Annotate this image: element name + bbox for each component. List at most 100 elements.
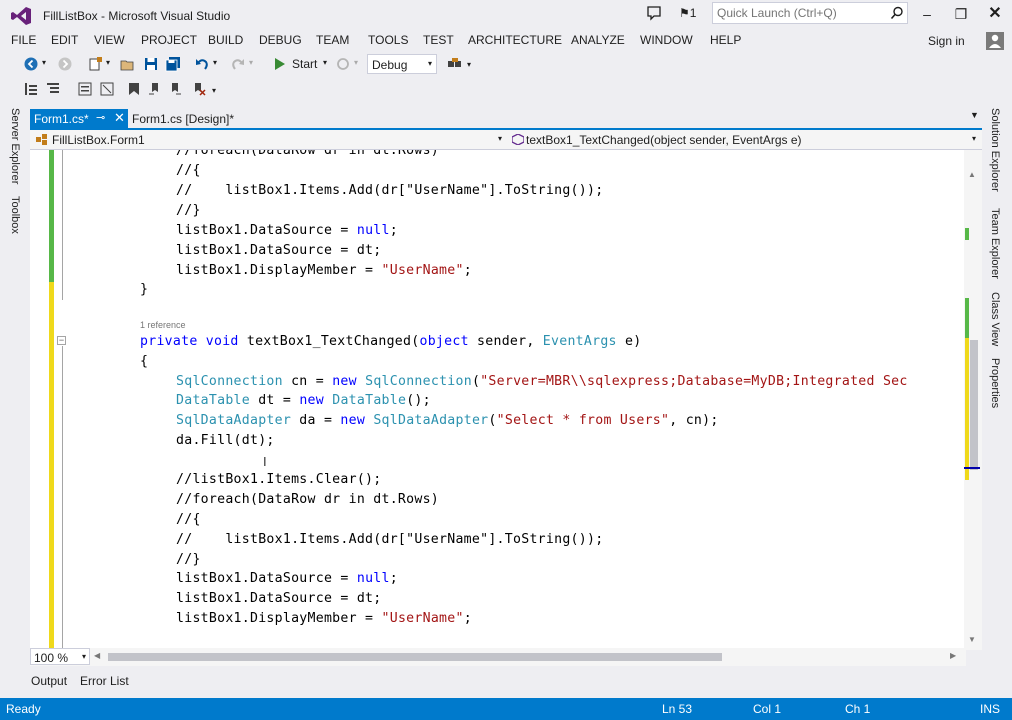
right-tool-strip: Solution Explorer Team Explorer Class Vi… bbox=[982, 100, 1012, 660]
outdent-icon[interactable] bbox=[24, 82, 38, 96]
code-line: //} bbox=[176, 552, 201, 567]
menu-file[interactable]: FILE bbox=[11, 33, 36, 47]
restore-button[interactable]: ❐ bbox=[946, 3, 976, 25]
start-button[interactable]: Start bbox=[292, 57, 317, 71]
tab-form1-cs[interactable]: Form1.cs* ⊸ ✕ bbox=[30, 109, 128, 128]
change-marker bbox=[965, 228, 969, 240]
quick-launch-box[interactable] bbox=[712, 2, 908, 24]
tab-overflow-dropdown-icon[interactable]: ▼ bbox=[970, 110, 979, 120]
class-scope-dropdown[interactable]: FillListBox.Form1 ▾ bbox=[32, 131, 506, 148]
tab-label: Form1.cs [Design]* bbox=[132, 112, 235, 126]
output-tab[interactable]: Output bbox=[31, 674, 67, 688]
solution-explorer-tab[interactable]: Solution Explorer bbox=[989, 108, 1001, 192]
notification-count: 1 bbox=[689, 6, 697, 20]
code-lens-references[interactable]: 1 reference bbox=[140, 320, 186, 330]
new-dropdown-icon[interactable]: ▾ bbox=[106, 58, 110, 67]
toolbar-options-icon[interactable]: ▾ bbox=[467, 60, 471, 69]
search-icon[interactable] bbox=[890, 6, 904, 20]
title-bar: FillListBox - Microsoft Visual Studio ⚑1… bbox=[0, 0, 1012, 30]
find-in-files-icon[interactable] bbox=[447, 56, 463, 72]
server-explorer-tab[interactable]: Server Explorer bbox=[9, 108, 21, 184]
feedback-flag-icon[interactable]: ⚑1 bbox=[679, 6, 696, 20]
scroll-thumb[interactable] bbox=[970, 340, 978, 470]
menu-analyze[interactable]: ANALYZE bbox=[571, 33, 625, 47]
text-toolbar-options-icon[interactable]: ▾ bbox=[212, 86, 216, 95]
user-account-icon[interactable] bbox=[986, 32, 1004, 50]
horizontal-scroll-thumb[interactable] bbox=[108, 653, 722, 661]
toolbox-tab[interactable]: Toolbox bbox=[9, 196, 21, 234]
scroll-down-arrow-icon[interactable]: ▼ bbox=[968, 635, 976, 644]
zoom-dropdown-icon: ▾ bbox=[81, 652, 86, 661]
previous-bookmark-icon[interactable] bbox=[148, 82, 162, 96]
error-list-tab[interactable]: Error List bbox=[80, 674, 129, 688]
menu-view[interactable]: VIEW bbox=[94, 33, 125, 47]
redo-icon[interactable] bbox=[231, 57, 245, 71]
class-icon bbox=[36, 134, 47, 145]
menu-architecture[interactable]: ARCHITECTURE bbox=[468, 33, 562, 47]
new-project-icon[interactable] bbox=[88, 57, 103, 72]
sign-in-link[interactable]: Sign in bbox=[928, 34, 965, 48]
standard-toolbar: ▾ ▾ ▾ ▾ Start ▾ ▾ Debug ▾ ▾ bbox=[6, 54, 1012, 76]
save-icon[interactable] bbox=[144, 57, 158, 71]
configuration-dropdown-icon: ▾ bbox=[427, 59, 432, 68]
menu-window[interactable]: WINDOW bbox=[640, 33, 693, 47]
undo-icon[interactable] bbox=[195, 57, 209, 71]
code-type: SqlDataAdapter bbox=[176, 413, 292, 428]
redo-dropdown-icon[interactable]: ▾ bbox=[249, 58, 253, 67]
menu-team[interactable]: TEAM bbox=[316, 33, 349, 47]
team-explorer-tab[interactable]: Team Explorer bbox=[989, 208, 1001, 279]
pin-tab-icon[interactable]: ⊸ bbox=[96, 111, 105, 124]
menu-edit[interactable]: EDIT bbox=[51, 33, 78, 47]
class-view-tab[interactable]: Class View bbox=[989, 292, 1001, 346]
tab-form1-design[interactable]: Form1.cs [Design]* bbox=[132, 109, 234, 128]
comment-lines-icon[interactable] bbox=[78, 82, 92, 96]
undo-dropdown-icon[interactable]: ▾ bbox=[213, 58, 217, 67]
save-all-icon[interactable] bbox=[165, 57, 181, 72]
uncomment-lines-icon[interactable] bbox=[100, 82, 114, 96]
minimize-button[interactable]: – bbox=[912, 3, 942, 25]
code-type: SqlConnection bbox=[176, 374, 283, 389]
collapse-outline-icon[interactable]: − bbox=[57, 336, 66, 345]
menu-project[interactable]: PROJECT bbox=[141, 33, 197, 47]
refresh-icon[interactable] bbox=[336, 57, 350, 71]
next-bookmark-icon[interactable] bbox=[168, 82, 182, 96]
forward-icon[interactable] bbox=[58, 57, 72, 71]
scroll-left-arrow-icon[interactable]: ◀ bbox=[94, 651, 100, 660]
member-scope-dropdown[interactable]: textBox1_TextChanged(object sender, Even… bbox=[508, 131, 980, 148]
quick-launch-input[interactable] bbox=[713, 3, 891, 23]
indent-icon[interactable] bbox=[46, 82, 60, 96]
scroll-right-arrow-icon[interactable]: ▶ bbox=[950, 651, 956, 660]
insert-mode-indicator[interactable]: INS bbox=[980, 702, 1000, 716]
solution-configuration-select[interactable]: Debug ▾ bbox=[367, 54, 437, 74]
code-editor[interactable]: − //foreach(DataRow dr in dt.Rows) //{ /… bbox=[30, 150, 966, 650]
open-file-icon[interactable] bbox=[120, 57, 135, 72]
code-keyword: private void bbox=[140, 334, 239, 349]
zoom-value: 100 % bbox=[34, 651, 69, 665]
back-dropdown-icon[interactable]: ▾ bbox=[42, 58, 46, 67]
scroll-up-arrow-icon[interactable]: ▲ bbox=[968, 170, 976, 179]
close-button[interactable]: ✕ bbox=[980, 3, 1010, 25]
start-play-icon[interactable] bbox=[274, 57, 286, 71]
back-icon[interactable] bbox=[24, 57, 38, 71]
start-dropdown-icon[interactable]: ▾ bbox=[323, 58, 327, 67]
refresh-dropdown-icon[interactable]: ▾ bbox=[354, 58, 358, 67]
clear-bookmarks-icon[interactable] bbox=[192, 82, 206, 96]
code-type: EventArgs bbox=[542, 334, 617, 349]
menu-debug[interactable]: DEBUG bbox=[259, 33, 302, 47]
code-line: } bbox=[140, 282, 149, 297]
bookmark-icon[interactable] bbox=[128, 82, 140, 96]
vertical-scrollbar[interactable]: ▲ ▼ bbox=[964, 150, 982, 650]
notifications-icon[interactable] bbox=[646, 5, 662, 21]
properties-tab[interactable]: Properties bbox=[989, 358, 1001, 408]
menu-test[interactable]: TEST bbox=[423, 33, 454, 47]
zoom-select[interactable]: 100 % ▾ bbox=[30, 648, 90, 665]
code-line: listBox1.DataSource = dt; bbox=[176, 591, 382, 606]
code-line: da.Fill(dt); bbox=[176, 433, 275, 448]
menu-build[interactable]: BUILD bbox=[208, 33, 243, 47]
line-indicator: Ln 53 bbox=[662, 702, 693, 716]
code-text: (); bbox=[406, 393, 431, 408]
close-tab-icon[interactable]: ✕ bbox=[114, 110, 125, 126]
menu-tools[interactable]: TOOLS bbox=[368, 33, 408, 47]
menu-help[interactable]: HELP bbox=[710, 33, 741, 47]
code-type: DataTable bbox=[176, 393, 250, 408]
